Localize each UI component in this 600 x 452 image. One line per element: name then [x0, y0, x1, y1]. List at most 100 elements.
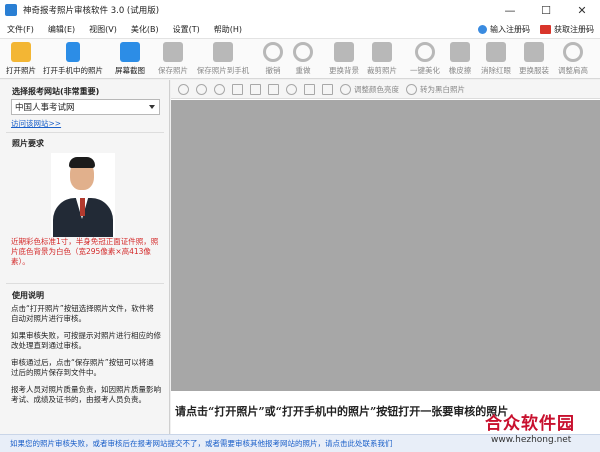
site-select-value: 中国人事考试网	[15, 103, 75, 113]
save-to-phone-button[interactable]: 保存照片到手机	[193, 40, 253, 78]
change-background-label: 更换背景	[329, 66, 359, 75]
user-icon	[478, 25, 487, 34]
enter-code-label: 输入注册码	[490, 25, 530, 34]
eraser-label: 橡皮擦	[448, 66, 472, 75]
photo-canvas[interactable]	[171, 100, 600, 391]
flip-horizontal-icon[interactable]	[304, 83, 315, 95]
rotate-left-icon[interactable]	[250, 83, 261, 95]
undo-button[interactable]: 撤销	[263, 40, 283, 78]
undo-label: 撤销	[265, 66, 281, 75]
rotate-right-icon[interactable]	[268, 83, 279, 95]
toolbar: 打开照片 打开手机中的照片 屏幕截图 保存照片 保存照片到手机 撤销 重做 更换…	[0, 39, 600, 79]
window-title: 神奇报考照片审核软件 3.0 (试用版)	[23, 6, 160, 16]
change-clothes-button[interactable]: 更换服装	[516, 40, 552, 78]
save-phone-icon	[213, 42, 233, 62]
remove-red-eye-label: 消除红眼	[481, 66, 511, 75]
minimize-button[interactable]: —	[492, 0, 528, 20]
shoulder-icon	[563, 42, 583, 62]
menu-beautify[interactable]: 美化(B)	[124, 24, 166, 35]
eraser-button[interactable]: 橡皮擦	[446, 40, 474, 78]
refresh-icon[interactable]	[286, 83, 297, 95]
watermark-logo: 合众软件园	[485, 414, 575, 434]
enter-code-link[interactable]: 输入注册码	[478, 24, 530, 35]
instruction-item: 如果审核失败，可按提示对照片进行相应的修改处理直到通过审核。	[11, 331, 161, 350]
site-section-title: 选择报考网站(非常重要)	[12, 87, 100, 96]
sample-photo-tie	[80, 198, 85, 216]
adjust-color-button[interactable]: 调整颜色亮度	[354, 84, 399, 95]
title-bar: 神奇报考照片审核软件 3.0 (试用版) — ☐ ✕	[0, 0, 600, 20]
adjust-color-icon[interactable]	[340, 83, 351, 95]
watermark-url: www.hezhong.net	[491, 435, 572, 445]
zoom-out-icon[interactable]	[214, 83, 225, 95]
photo-requirement-text: 近期彩色标准1寸，半身免冠正面证件照，照片底色背景为白色（宽295像素×高413…	[11, 237, 159, 266]
remove-red-eye-button[interactable]: 消除红眼	[478, 40, 514, 78]
open-photo-label: 打开照片	[6, 66, 36, 75]
crop-icon	[372, 42, 392, 62]
window-controls: — ☐ ✕	[492, 0, 600, 20]
background-icon	[334, 42, 354, 62]
menu-bar: 文件(F) 编辑(E) 视图(V) 美化(B) 设置(T) 帮助(H) 输入注册…	[0, 20, 600, 39]
red-eye-icon	[486, 42, 506, 62]
menu-file[interactable]: 文件(F)	[0, 24, 41, 35]
adjust-shoulder-label: 调整肩高	[558, 66, 588, 75]
watermark: 合众软件园 www.hezhong.net	[485, 409, 597, 449]
one-click-beautify-label: 一键美化	[410, 66, 440, 75]
zoom-fit-icon[interactable]	[178, 83, 189, 95]
open-photo-button[interactable]: 打开照片	[4, 40, 38, 78]
open-photo-hint: 请点击“打开照片”或“打开手机中的照片”按钮打开一张要审核的照片	[175, 405, 509, 418]
maximize-button[interactable]: ☐	[528, 0, 564, 20]
flip-vertical-icon[interactable]	[322, 83, 333, 95]
beautify-icon	[415, 42, 435, 62]
save-photo-label: 保存照片	[158, 66, 188, 75]
sample-photo	[51, 153, 115, 237]
eraser-icon	[450, 42, 470, 62]
get-code-link[interactable]: 获取注册码	[540, 24, 594, 35]
get-code-label: 获取注册码	[554, 25, 594, 34]
camera-icon	[120, 42, 140, 62]
divider	[6, 132, 164, 133]
actual-size-icon[interactable]	[232, 83, 243, 95]
crop-photo-button[interactable]: 裁剪照片	[364, 40, 400, 78]
change-background-button[interactable]: 更换背景	[326, 40, 362, 78]
black-white-button[interactable]: 转为黑白照片	[420, 84, 465, 95]
open-phone-photo-label: 打开手机中的照片	[43, 66, 103, 75]
chevron-down-icon	[149, 105, 155, 109]
instruction-item: 报考人员对照片质量负责，如因照片质量影响考试、成绩及证书的，由报考人员负责。	[11, 385, 161, 404]
site-select[interactable]: 中国人事考试网	[11, 99, 160, 115]
open-phone-photo-button[interactable]: 打开手机中的照片	[40, 40, 106, 78]
photo-section-title: 照片要求	[12, 139, 44, 148]
screenshot-label: 屏幕截图	[115, 66, 145, 75]
menu-edit[interactable]: 编辑(E)	[41, 24, 82, 35]
save-photo-button[interactable]: 保存照片	[155, 40, 191, 78]
one-click-beautify-button[interactable]: 一键美化	[407, 40, 443, 78]
divider	[6, 283, 164, 284]
screenshot-button[interactable]: 屏幕截图	[111, 40, 149, 78]
undo-icon	[263, 42, 283, 62]
redo-label: 重做	[295, 66, 311, 75]
sample-photo-hair	[69, 157, 95, 168]
crop-photo-label: 裁剪照片	[367, 66, 397, 75]
menu-help[interactable]: 帮助(H)	[207, 24, 249, 35]
black-white-icon[interactable]	[406, 83, 417, 95]
left-panel: 选择报考网站(非常重要) 中国人事考试网 访问该网站>> 照片要求 近期彩色标准…	[0, 80, 170, 434]
instruction-item: 点击“打开照片”按钮选择照片文件，软件将自动对照片进行审核。	[11, 304, 154, 323]
zoom-in-icon[interactable]	[196, 83, 207, 95]
save-to-phone-label: 保存照片到手机	[196, 66, 250, 75]
folder-open-icon	[11, 42, 31, 62]
contact-us-link[interactable]: 如果您的照片审核失败，或者审核后在报考网站提交不了，或者需要审核其他报考网站的照…	[10, 438, 393, 449]
phone-icon	[66, 42, 80, 62]
edit-bar: 调整颜色亮度 转为黑白照片	[171, 80, 600, 99]
menu-view[interactable]: 视图(V)	[82, 24, 124, 35]
instruction-item: 审核通过后，点击“保存照片”按钮可以将通过后的照片保存到文件中。	[11, 358, 154, 377]
redo-icon	[293, 42, 313, 62]
save-icon	[163, 42, 183, 62]
register-area: 输入注册码 获取注册码	[478, 20, 594, 39]
close-button[interactable]: ✕	[564, 0, 600, 20]
menu-settings[interactable]: 设置(T)	[166, 24, 207, 35]
clothes-icon	[524, 42, 544, 62]
usage-section-title: 使用说明	[12, 291, 44, 300]
visit-site-link[interactable]: 访问该网站>>	[11, 118, 61, 129]
adjust-shoulder-button[interactable]: 调整肩高	[555, 40, 591, 78]
redo-button[interactable]: 重做	[293, 40, 313, 78]
canvas-area: 调整颜色亮度 转为黑白照片 请点击“打开照片”或“打开手机中的照片”按钮打开一张…	[171, 80, 600, 434]
